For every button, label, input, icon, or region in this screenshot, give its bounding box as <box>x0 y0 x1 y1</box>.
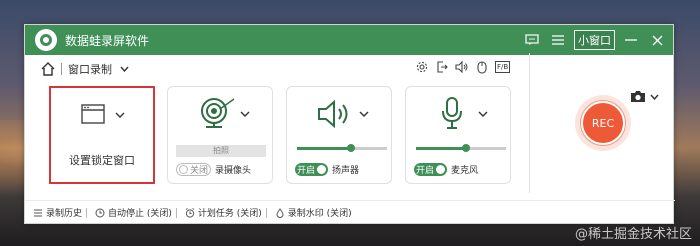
toggle-knob <box>179 165 188 174</box>
minimize-icon[interactable] <box>621 30 641 50</box>
mic-volume-thumb[interactable] <box>461 144 470 152</box>
title-bar-controls: 小窗口 <box>522 25 667 55</box>
webcam-toggle[interactable]: 关闭 <box>176 163 212 176</box>
speaker-toggle-label: 开启 <box>297 166 316 176</box>
menu-icon[interactable] <box>548 30 568 50</box>
chevron-down-icon[interactable] <box>120 64 129 75</box>
screenshot-control[interactable] <box>630 90 659 103</box>
clock-icon <box>95 208 105 217</box>
mini-window-button[interactable]: 小窗口 <box>574 30 615 50</box>
mic-volume-slider[interactable] <box>416 144 506 152</box>
chevron-down-icon[interactable] <box>650 94 659 100</box>
record-history-label: 录制历史 <box>46 209 83 219</box>
rec-button-halo: REC <box>575 95 631 151</box>
schedule-icon <box>185 207 195 218</box>
home-icon[interactable] <box>41 62 55 76</box>
mouse-icon[interactable] <box>475 61 489 75</box>
auto-stop-label: 自动停止 (关闭) <box>108 209 172 219</box>
watermark-label: 录制水印 (关闭) <box>287 209 352 219</box>
speaker-label: 扬声器 <box>332 166 360 176</box>
speaker-toggle[interactable]: 开启 <box>295 163 329 176</box>
app-window: 数据蛙录屏软件 小窗口 窗口录制 F/B 设置锁定窗口 拍照 关闭 录摄像头 开… <box>24 24 675 224</box>
speaker-volume-fill <box>297 147 351 150</box>
mic-volume-fill <box>416 147 466 150</box>
vertical-divider <box>529 53 530 193</box>
status-divider <box>265 207 267 218</box>
auto-stop-link[interactable]: 自动停止 (关闭) <box>95 206 172 219</box>
mode-label[interactable]: 窗口录制 <box>68 61 112 77</box>
speaker-card[interactable]: 开启 扬声器 <box>286 86 392 184</box>
watermark-icon <box>276 207 284 218</box>
window-icon <box>81 104 105 124</box>
webcam-toggle-label: 关闭 <box>190 166 209 176</box>
chevron-down-icon[interactable] <box>478 109 488 120</box>
take-photo-button[interactable]: 拍照 <box>176 145 266 157</box>
logo-icon <box>35 29 57 51</box>
microphone-icon <box>442 97 462 129</box>
microphone-card[interactable]: 开启 麦克风 <box>405 86 511 184</box>
close-icon[interactable] <box>647 30 667 50</box>
mic-toggle[interactable]: 开启 <box>414 163 448 176</box>
chevron-down-icon[interactable] <box>115 110 125 121</box>
webcam-label: 录摄像头 <box>215 166 252 176</box>
schedule-label: 计划任务 (关闭) <box>197 209 262 219</box>
schedule-link[interactable]: 计划任务 (关闭) <box>185 206 262 219</box>
settings-icon[interactable] <box>415 61 429 75</box>
toggle-knob <box>317 165 327 174</box>
record-history-link[interactable]: 录制历史 <box>33 206 82 219</box>
webcam-card[interactable]: 拍照 关闭 录摄像头 <box>167 86 273 184</box>
mic-toggle-label: 开启 <box>416 166 435 176</box>
chevron-down-icon[interactable] <box>359 109 369 120</box>
watermark-text: @稀土掘金技术社区 <box>574 227 692 242</box>
feedback-icon[interactable] <box>522 30 542 50</box>
toggle-knob <box>436 165 446 174</box>
export-icon[interactable] <box>435 61 449 75</box>
title-bar: 数据蛙录屏软件 小窗口 <box>25 25 673 55</box>
speaker-volume-slider[interactable] <box>297 144 387 152</box>
history-icon <box>34 209 42 216</box>
toolbar-divider <box>61 63 62 75</box>
speaker-volume-thumb[interactable] <box>347 144 355 152</box>
quick-tools <box>415 60 489 75</box>
watermark-link[interactable]: 录制水印 (关闭) <box>275 206 352 219</box>
window-select-label: 设置锁定窗口 <box>69 154 135 167</box>
status-divider <box>175 207 177 218</box>
mic-label: 麦克风 <box>451 166 479 176</box>
rec-button[interactable]: REC <box>581 101 625 145</box>
window-select-card[interactable]: 设置锁定窗口 <box>49 86 155 184</box>
chevron-down-icon[interactable] <box>240 109 250 120</box>
take-photo-label: 拍照 <box>213 146 229 155</box>
fb-toggle[interactable]: F/B <box>495 61 511 73</box>
camera-icon[interactable] <box>630 90 646 103</box>
rec-label: REC <box>591 116 615 130</box>
speaker-icon[interactable] <box>455 60 469 75</box>
mode-toolbar: 窗口录制 F/B <box>25 55 673 102</box>
status-bar: 录制历史 自动停止 (关闭) 计划任务 (关闭) 录制水印 (关闭) <box>25 200 675 224</box>
webcam-icon <box>201 98 235 128</box>
speaker-icon <box>318 99 348 129</box>
status-divider <box>86 207 88 218</box>
app-title: 数据蛙录屏软件 <box>65 33 150 48</box>
